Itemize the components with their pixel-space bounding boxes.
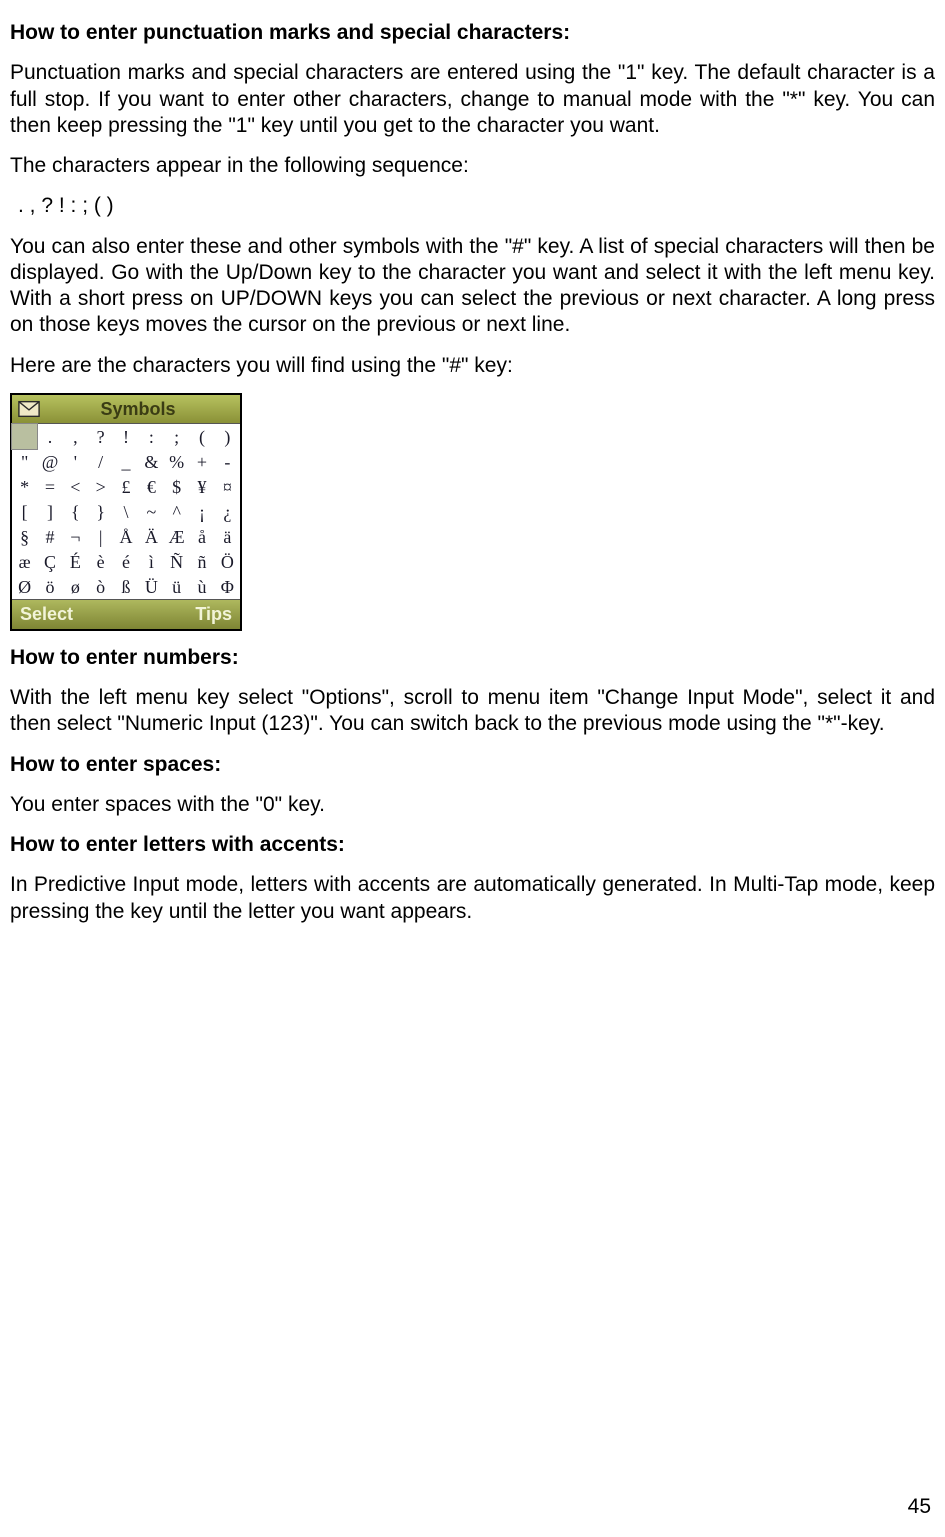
punctuation-heading: How to enter punctuation marks and speci… [10,20,935,46]
symbol-cell[interactable]: ä [215,524,240,549]
symbol-cell[interactable]: ø [63,574,88,599]
softkey-tips[interactable]: Tips [195,603,232,626]
symbol-cell[interactable]: Å [113,524,138,549]
symbol-cell[interactable]: € [139,474,164,499]
symbol-cell[interactable]: ¿ [215,499,240,524]
symbol-cell[interactable]: Φ [215,574,240,599]
symbol-cell[interactable]: % [164,449,189,474]
symbol-cell[interactable]: Ü [139,574,164,599]
symbol-cell[interactable]: Ç [37,549,62,574]
punctuation-paragraph-2: You can also enter these and other symbo… [10,234,935,339]
symbol-cell[interactable]: é [113,549,138,574]
symbol-cell[interactable]: # [37,524,62,549]
symbol-cell[interactable]: ù [189,574,214,599]
symbol-cell[interactable]: ü [164,574,189,599]
symbols-screenshot: Symbols .,?!:;() "@'/_&%+- *=<>£€$¥¤ []{}\~… [10,393,242,631]
symbol-cell[interactable]: . [37,424,62,449]
symbol-cell[interactable]: , [63,424,88,449]
symbol-cell[interactable]: ) [215,424,240,449]
symbol-cell[interactable]: Æ [164,524,189,549]
symbol-cell[interactable]: { [63,499,88,524]
symbol-cell[interactable]: ß [113,574,138,599]
symbol-cell[interactable]: § [12,524,37,549]
symbol-cell[interactable]: & [139,449,164,474]
symbol-cell[interactable]: É [63,549,88,574]
symbol-cell[interactable] [12,424,37,449]
symbol-cell[interactable]: æ [12,549,37,574]
symbol-cell[interactable]: ñ [189,549,214,574]
symbols-title-bar: Symbols [12,395,240,425]
symbol-cell[interactable]: ¡ [189,499,214,524]
symbol-cell[interactable]: £ [113,474,138,499]
symbol-cell[interactable]: Ø [12,574,37,599]
symbol-cell[interactable]: è [88,549,113,574]
symbol-cell[interactable]: ¤ [215,474,240,499]
symbol-cell[interactable]: - [215,449,240,474]
spaces-heading: How to enter spaces: [10,752,935,778]
accents-heading: How to enter letters with accents: [10,832,935,858]
symbol-cell[interactable]: ~ [139,499,164,524]
softkey-select[interactable]: Select [20,603,73,626]
envelope-icon [18,400,40,418]
symbol-cell[interactable]: Ö [215,549,240,574]
symbol-cell[interactable]: \ [113,499,138,524]
symbol-cell[interactable]: " [12,449,37,474]
symbol-cell[interactable]: ' [63,449,88,474]
page-number: 45 [908,1494,931,1520]
symbol-cell[interactable]: / [88,449,113,474]
symbol-cell[interactable]: ] [37,499,62,524]
numbers-paragraph: With the left menu key select "Options",… [10,685,935,738]
symbol-cell[interactable]: ¥ [189,474,214,499]
spaces-paragraph: You enter spaces with the "0" key. [10,792,935,818]
symbol-cell[interactable]: ¬ [63,524,88,549]
symbol-cell[interactable]: ö [37,574,62,599]
symbols-grid: .,?!:;() "@'/_&%+- *=<>£€$¥¤ []{}\~^¡¿ §#¬|Å… [12,424,240,599]
symbol-cell[interactable]: Ä [139,524,164,549]
symbol-cell[interactable]: å [189,524,214,549]
symbol-cell[interactable]: ! [113,424,138,449]
sequence-characters: . , ? ! : ; ( ) [18,193,935,219]
symbols-softkeys: Select Tips [12,599,240,629]
symbol-cell[interactable]: : [139,424,164,449]
numbers-heading: How to enter numbers: [10,645,935,671]
symbol-cell[interactable]: ? [88,424,113,449]
symbol-cell[interactable]: + [189,449,214,474]
symbol-cell[interactable]: ( [189,424,214,449]
symbol-cell[interactable]: Ñ [164,549,189,574]
symbol-cell[interactable]: ; [164,424,189,449]
accents-paragraph: In Predictive Input mode, letters with a… [10,872,935,925]
symbol-cell[interactable]: $ [164,474,189,499]
symbol-cell[interactable]: } [88,499,113,524]
hash-key-intro: Here are the characters you will find us… [10,353,935,379]
symbol-cell[interactable]: < [63,474,88,499]
symbol-cell[interactable]: > [88,474,113,499]
symbols-title-text: Symbols [46,398,230,421]
punctuation-paragraph-1: Punctuation marks and special characters… [10,60,935,139]
symbol-cell[interactable]: ì [139,549,164,574]
sequence-intro: The characters appear in the following s… [10,153,935,179]
symbol-cell[interactable]: ^ [164,499,189,524]
symbol-cell[interactable]: * [12,474,37,499]
symbol-cell[interactable]: [ [12,499,37,524]
symbol-cell[interactable]: = [37,474,62,499]
symbol-cell[interactable]: _ [113,449,138,474]
symbol-cell[interactable]: | [88,524,113,549]
symbol-cell[interactable]: @ [37,449,62,474]
symbol-cell[interactable]: ò [88,574,113,599]
